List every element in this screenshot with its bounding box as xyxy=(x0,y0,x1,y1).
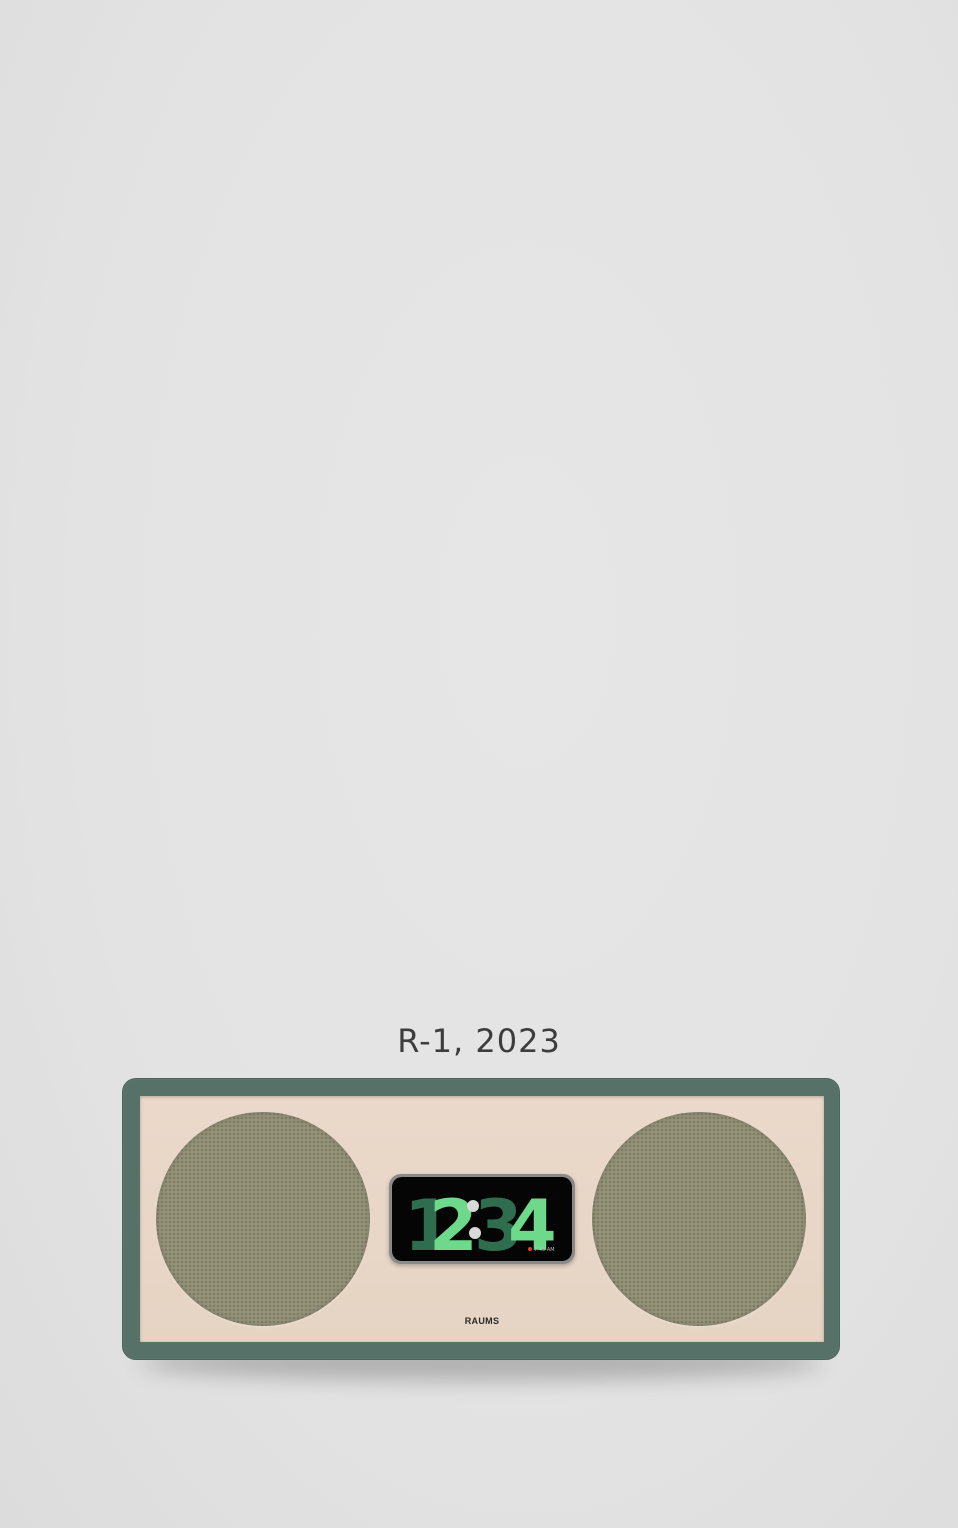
clock-digit-2: 2 xyxy=(429,1185,478,1261)
radio-device: 1 3 2 4 7:45 AM RAUMS xyxy=(122,1078,840,1360)
left-speaker-grille xyxy=(156,1112,370,1326)
product-caption: R-1, 2023 xyxy=(397,1022,561,1060)
alarm-time: 7:45 AM xyxy=(534,1247,555,1253)
right-speaker-grille xyxy=(592,1112,806,1326)
clock-colon-bottom xyxy=(469,1227,481,1239)
brand-logo: RAUMS xyxy=(464,1316,500,1326)
phone-display[interactable]: 1 3 2 4 7:45 AM xyxy=(389,1174,575,1264)
alarm-dot-icon xyxy=(528,1247,532,1251)
standby-clock: 1 3 2 4 7:45 AM xyxy=(404,1185,557,1261)
radio-front-panel: 1 3 2 4 7:45 AM RAUMS xyxy=(140,1096,824,1342)
clock-colon-top xyxy=(467,1200,479,1212)
clock-screen: 1 3 2 4 7:45 AM xyxy=(392,1177,572,1261)
